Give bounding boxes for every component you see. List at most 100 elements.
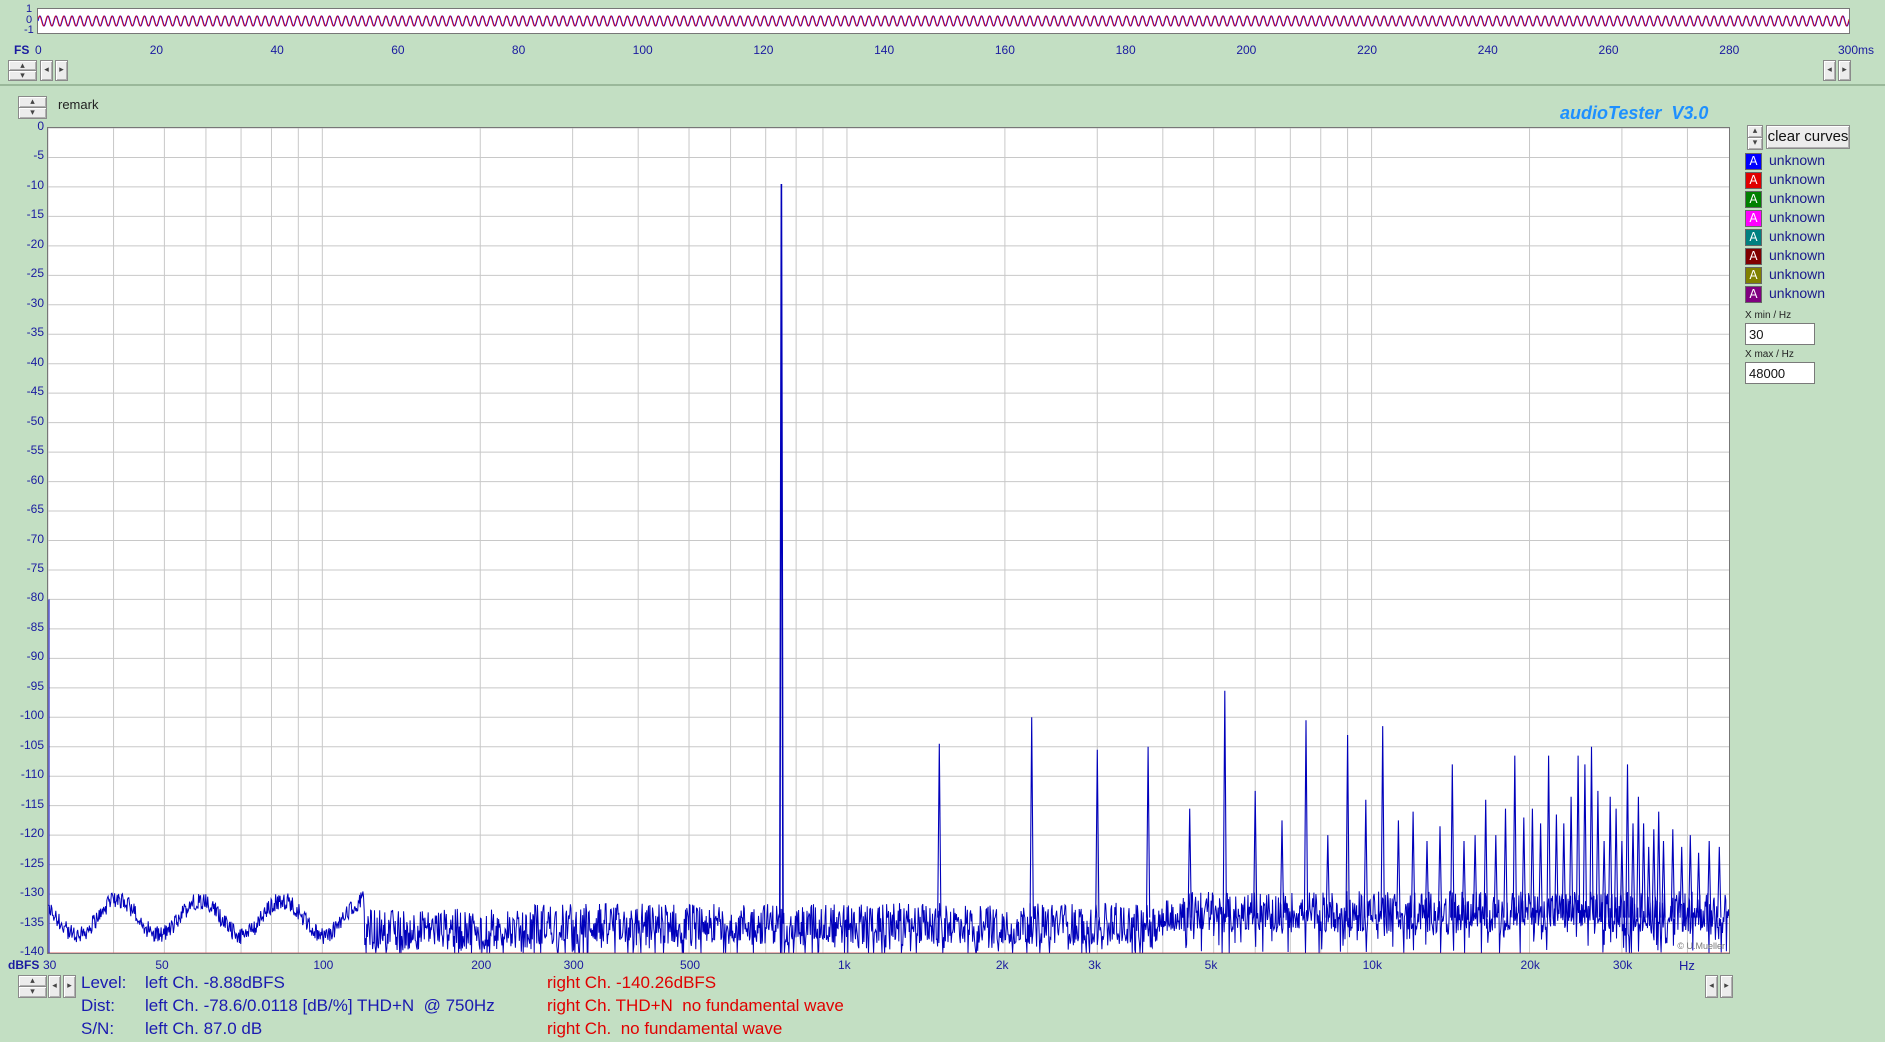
curve-color-swatch[interactable]: A	[1745, 172, 1762, 189]
y-tick-label: -40	[26, 354, 44, 369]
status-scroll-right-button[interactable]: ▸	[63, 975, 76, 998]
waveform-scroll-right-button[interactable]: ▸	[55, 60, 68, 81]
legend-item[interactable]: Aunknown	[1745, 228, 1865, 246]
waveform-x-tick-label: 200	[1236, 43, 1257, 57]
legend-item[interactable]: Aunknown	[1745, 190, 1865, 208]
y-tick-label: -30	[26, 295, 44, 310]
y-tick-label: -110	[20, 767, 44, 782]
curve-color-swatch[interactable]: A	[1745, 248, 1762, 265]
legend-item[interactable]: Aunknown	[1745, 152, 1865, 170]
y-tick-label: -25	[26, 266, 44, 281]
x-tick-label: 300	[563, 958, 584, 972]
waveform-x-tick-label: 100	[632, 43, 653, 57]
y-tick-label: -45	[26, 384, 44, 399]
y-tick-label: -105	[19, 737, 44, 752]
spectrum-chart	[48, 128, 1729, 953]
y-tick-label: -65	[26, 502, 44, 517]
harmonic-peak	[1380, 726, 1385, 918]
legend-item[interactable]: Aunknown	[1745, 285, 1865, 303]
waveform-x-tick-label: 280	[1719, 43, 1740, 57]
y-tick-label: -125	[19, 855, 44, 870]
clear-curves-button[interactable]: clear curves	[1766, 125, 1850, 149]
waveform-panel: 1 0 -1 FS 0 20 40 60 80 100 120 140 160 180 200 220…	[0, 0, 1885, 86]
waveform-pan-right-button[interactable]: ▸	[1838, 60, 1851, 81]
y-tick-label: -60	[26, 472, 44, 487]
harmonic-peak	[1582, 764, 1588, 918]
waveform-x-tick-label: 240	[1477, 43, 1498, 57]
waveform-scroll-left-button[interactable]: ◂	[40, 60, 53, 81]
waveform-scroll-down-button[interactable]: ▾	[8, 70, 37, 81]
legend-scroll-down-button[interactable]: ▾	[1747, 137, 1763, 150]
y-tick-label: -55	[26, 443, 44, 458]
x-tick-label: 200	[471, 958, 492, 972]
fs-label: FS	[14, 43, 30, 57]
harmonic-peak	[1472, 835, 1478, 918]
y-tick-label: -20	[26, 236, 44, 251]
y-tick-label: -90	[26, 649, 44, 664]
curve-color-swatch[interactable]: A	[1745, 191, 1762, 208]
dist-right-value: right Ch. THD+N no fundamental wave	[547, 996, 844, 1015]
legend-item[interactable]: Aunknown	[1745, 209, 1865, 227]
harmonic-peak	[779, 183, 784, 918]
dist-left-value: left Ch. -78.6/0.0118 [dB/%] THD+N @ 750…	[145, 996, 495, 1015]
status-scroll-left-button[interactable]: ◂	[48, 975, 61, 998]
legend-item[interactable]: Aunknown	[1745, 171, 1865, 189]
harmonic-peak	[1521, 817, 1526, 918]
harmonic-peak	[1503, 808, 1508, 918]
curve-color-swatch[interactable]: A	[1745, 153, 1762, 170]
y-tick-label: -115	[20, 796, 44, 811]
y-tick-label: -95	[26, 678, 44, 693]
y-tick-label: -75	[26, 560, 44, 575]
y-tick-label: -15	[26, 207, 44, 222]
x-tick-label: 50	[155, 958, 169, 972]
harmonic-peak	[937, 743, 942, 918]
legend-item-label: unknown	[1769, 247, 1826, 263]
curve-color-swatch[interactable]: A	[1745, 286, 1762, 303]
y-tick-label: -50	[26, 413, 44, 428]
remark-down-button[interactable]: ▾	[18, 107, 47, 119]
waveform-plot[interactable]	[37, 8, 1850, 34]
x-tick-label: 30	[43, 958, 57, 972]
harmonic-peak	[1363, 799, 1368, 918]
x-tick-label: 10k	[1362, 958, 1382, 972]
harmonic-peak	[1029, 717, 1034, 918]
harmonic-peak	[1641, 823, 1646, 918]
y-unit-label: dBFS	[8, 958, 40, 972]
harmonic-peak	[1661, 840, 1666, 918]
y-tick-label: -130	[19, 885, 44, 900]
harmonic-peak	[1595, 790, 1601, 918]
legend-item[interactable]: Aunknown	[1745, 266, 1865, 284]
xmax-input[interactable]	[1745, 362, 1815, 384]
level-left-value: left Ch. -8.88dBFS	[145, 973, 285, 992]
waveform-x-tick-label: 300ms	[1838, 43, 1875, 57]
x-tick-label: 2k	[995, 958, 1009, 972]
status-scroll-down-button[interactable]: ▾	[18, 986, 47, 998]
copyright-label: © U.Mueller	[1677, 941, 1725, 951]
waveform-x-tick-label: 180	[1115, 43, 1136, 57]
waveform-pan-left-button[interactable]: ◂	[1823, 60, 1836, 81]
curve-color-swatch[interactable]: A	[1745, 267, 1762, 284]
xmax-label: X max / Hz	[1745, 349, 1794, 360]
x-tick-label: 5k	[1204, 958, 1218, 972]
status-pan-left-button[interactable]: ◂	[1705, 975, 1718, 998]
x-tick-label: 20k	[1520, 958, 1540, 972]
harmonic-peak	[1530, 808, 1535, 918]
waveform-x-tick-label: 220	[1357, 43, 1378, 57]
spectrum-plot[interactable]: © U.Mueller	[47, 127, 1730, 954]
x-unit-label: Hz	[1679, 958, 1695, 973]
harmonic-peak	[1512, 755, 1517, 918]
xmin-input[interactable]	[1745, 323, 1815, 345]
y-tick-label: -5	[33, 148, 44, 163]
curve-color-swatch[interactable]: A	[1745, 210, 1762, 227]
x-tick-label: 30k	[1612, 958, 1633, 972]
x-tick-label: 3k	[1088, 958, 1101, 972]
waveform-x-tick-label: 80	[511, 43, 526, 57]
harmonic-peak	[1601, 840, 1607, 918]
harmonic-peak	[1325, 835, 1330, 918]
legend-item[interactable]: Aunknown	[1745, 247, 1865, 265]
status-pan-right-button[interactable]: ▸	[1720, 975, 1733, 998]
x-tick-label: 500	[680, 958, 701, 972]
waveform-line	[38, 15, 1849, 27]
level-right-value: right Ch. -140.26dBFS	[547, 973, 717, 992]
curve-color-swatch[interactable]: A	[1745, 229, 1762, 246]
